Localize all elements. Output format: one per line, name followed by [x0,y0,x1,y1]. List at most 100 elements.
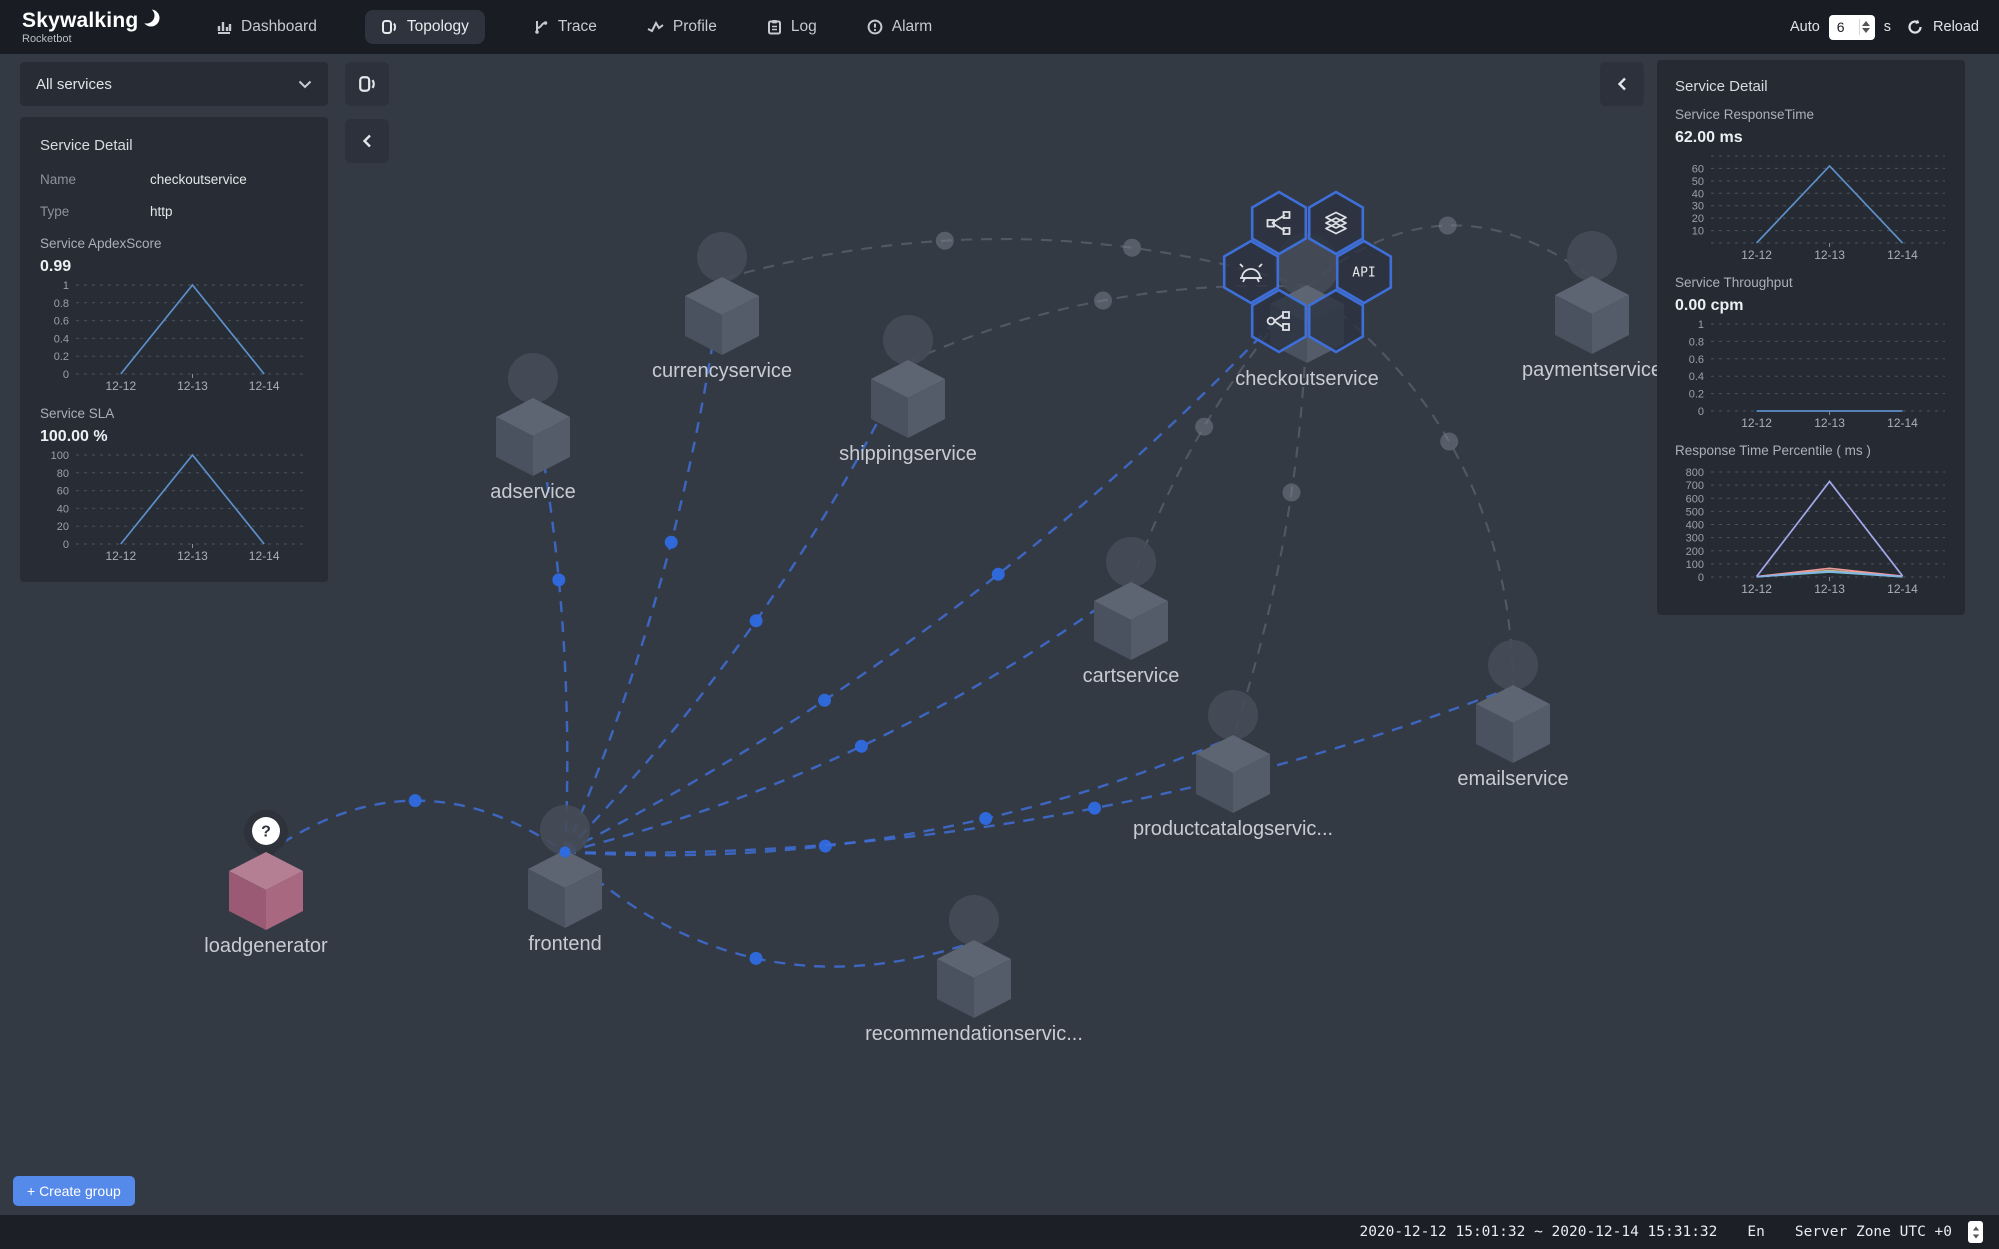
svg-text:12-13: 12-13 [177,549,208,563]
node-pin [1106,537,1156,587]
edge-dot [1195,418,1213,436]
node-recommendationservice[interactable]: recommendationservic... [865,895,1083,1045]
node-pin [1488,640,1538,690]
svg-text:0.4: 0.4 [1689,371,1704,383]
node-pin [508,353,558,403]
svg-text:12-14: 12-14 [249,549,280,563]
nav-tab-label: Profile [673,18,717,36]
collapse-left-panel-button[interactable] [345,119,389,163]
auto-unit-label: s [1884,19,1891,35]
language-toggle[interactable]: En [1747,1224,1764,1240]
nav-tab-dashboard[interactable]: Dashboard [214,10,319,44]
node-cartservice[interactable]: cartservice [1083,537,1180,687]
svg-text:300: 300 [1686,533,1704,545]
logo-subtitle: Rocketbot [22,34,172,45]
topology-icon [358,75,377,93]
nav-tab-profile[interactable]: Profile [645,10,719,44]
node-shippingservice[interactable]: shippingservice [839,315,977,465]
svg-text:60: 60 [57,486,69,498]
edge-dot [936,232,954,250]
dashboard-icon [216,19,232,35]
svg-text:12-14: 12-14 [1887,248,1918,262]
canvas-side-buttons [345,62,389,163]
profile-icon [647,19,664,35]
node-pin [697,232,747,282]
moon-icon [140,7,162,29]
svg-text:0.8: 0.8 [54,298,69,310]
edge-dot [1283,483,1301,501]
node-label-cartservice: cartservice [1083,665,1180,687]
top-navbar: Skywalking Rocketbot Dashboard Topology … [0,0,1999,54]
chart-apdex: 10.80.60.40.2012-1212-1312-14 [40,278,308,394]
svg-text:12-13: 12-13 [1814,416,1845,430]
chart-resptime: 60504030201012-1212-1312-14 [1675,149,1947,263]
node-paymentservice[interactable]: paymentservice [1522,231,1662,381]
hex-alarm-icon[interactable] [1224,241,1278,303]
hex-api-icon[interactable]: API [1337,241,1391,303]
field-name: Name checkoutservice [40,172,308,187]
svg-text:0.4: 0.4 [54,333,69,345]
nav-tabs: Dashboard Topology Trace Profile Log Ala… [214,10,934,44]
auto-interval-input[interactable]: 6 [1829,15,1875,40]
edge-dot [979,812,992,825]
topology-legend-button[interactable] [345,62,389,106]
node-emailservice[interactable]: emailservice [1457,640,1568,790]
chart-svg-apdex: 10.80.60.40.2012-1212-1312-14 [40,278,308,394]
service-detail-panel: Service Detail Name checkoutservice Type… [20,117,328,582]
unknown-badge: ? [261,824,271,841]
time-range-picker[interactable]: 2020-12-12 15:01:32 ~ 2020-12-14 15:31:3… [1359,1224,1717,1240]
chart-title-apdex: Service ApdexScore [40,236,308,251]
edge-dot [1440,433,1458,451]
chart-svg-throughput: 10.80.60.40.2012-1212-1312-14 [1675,317,1947,431]
logo-title: Skywalking [22,10,138,31]
nav-tab-label: Trace [558,18,597,36]
reload-icon[interactable] [1906,18,1924,36]
server-zone-label[interactable]: Server Zone UTC +0 [1795,1224,1952,1240]
create-group-button[interactable]: + Create group [13,1176,135,1206]
svg-text:0.6: 0.6 [1689,354,1704,366]
edge-frontend-cartservice [565,584,1131,852]
node-pin [1208,690,1258,740]
svg-text:12-12: 12-12 [105,379,136,393]
chart-svg-resptime: 60504030201012-1212-1312-14 [1675,149,1947,263]
node-adservice[interactable]: adservice [490,353,576,503]
collapse-right-panel-button[interactable] [1600,62,1644,106]
auto-interval-stepper[interactable] [1859,19,1872,35]
svg-text:600: 600 [1686,493,1704,505]
nav-tab-label: Topology [407,18,469,36]
svg-text:12-12: 12-12 [1741,248,1772,262]
svg-text:12-14: 12-14 [1887,416,1918,430]
svg-text:12-12: 12-12 [1741,582,1772,596]
node-label-currencyservice: currencyservice [652,360,792,382]
service-scope-select[interactable]: All services [20,62,328,106]
node-frontend[interactable]: frontend [528,805,602,955]
svg-text:400: 400 [1686,520,1704,532]
svg-text:20: 20 [57,521,69,533]
field-type: Type http [40,204,308,219]
svg-text:12-13: 12-13 [177,379,208,393]
node-currencyservice[interactable]: currencyservice [652,232,792,382]
chart-value-resptime: 62.00 ms [1675,129,1947,147]
node-label-adservice: adservice [490,481,576,503]
topology-icon [381,19,398,35]
left-sidebar: All services Service Detail Name checkou… [20,62,328,582]
nav-tab-alarm[interactable]: Alarm [865,10,934,44]
nav-tab-trace[interactable]: Trace [531,10,599,44]
footer-bar: 2020-12-12 15:01:32 ~ 2020-12-14 15:31:3… [0,1215,1999,1249]
edge-dot [992,568,1005,581]
nav-tab-topology[interactable]: Topology [365,10,485,44]
edge-loadgenerator-frontend [266,801,565,854]
app-logo[interactable]: Skywalking Rocketbot [22,10,172,45]
field-label: Name [40,172,150,187]
node-label-productcatalogservice: productcatalogservic... [1133,818,1333,840]
trace-icon [533,19,549,35]
auto-interval-value: 6 [1837,19,1845,35]
nav-tab-log[interactable]: Log [765,10,819,44]
service-scope-value: All services [36,76,112,93]
svg-text:200: 200 [1686,546,1704,558]
reload-label[interactable]: Reload [1933,19,1979,35]
timezone-stepper[interactable] [1968,1221,1983,1243]
node-loadgenerator[interactable]: ?loadgenerator [204,810,328,957]
panel-title: Service Detail [1675,78,1947,95]
svg-text:12-13: 12-13 [1814,248,1845,262]
